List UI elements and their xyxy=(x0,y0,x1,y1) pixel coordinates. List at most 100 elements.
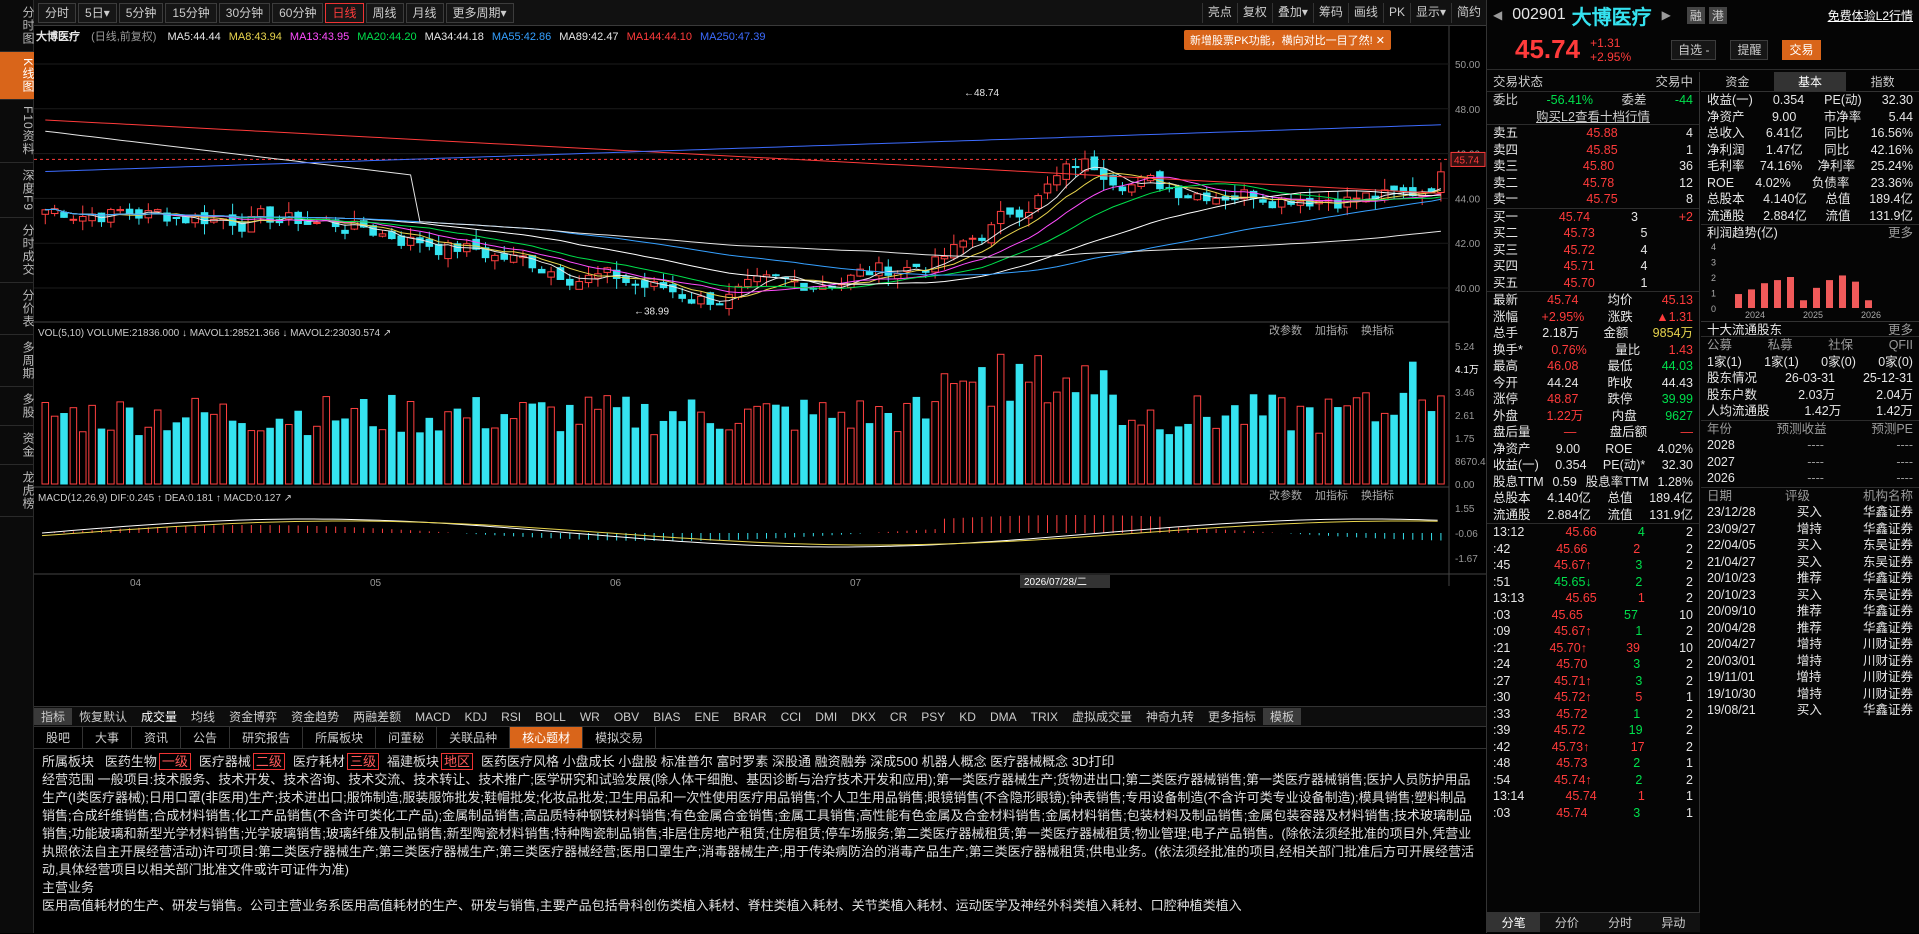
toolbar-right-5[interactable]: PK xyxy=(1382,2,1410,23)
panel-btn-1-1[interactable]: 加指标 xyxy=(1315,488,1348,502)
period-3[interactable]: 15分钟 xyxy=(165,2,217,23)
ind-tab-4[interactable]: 资金博弈 xyxy=(222,708,284,725)
price-tick-0: 50.00 xyxy=(1455,60,1480,71)
profit-more-link[interactable]: 更多 xyxy=(1888,225,1913,242)
ind-tab-17[interactable]: DMI xyxy=(808,710,844,724)
tick-tab-3[interactable]: 异动 xyxy=(1647,913,1700,932)
panel-btn-0-0[interactable]: 改参数 xyxy=(1269,323,1302,337)
sector-1[interactable]: 医疗器械 二级 xyxy=(199,753,285,770)
ind-tab-25[interactable]: 神奇九转 xyxy=(1139,708,1201,725)
toolbar-right-0[interactable]: 亮点 xyxy=(1201,2,1237,23)
fund-tab-2[interactable]: 指数 xyxy=(1846,72,1919,91)
rail-item-1[interactable]: K线图 xyxy=(0,52,35,101)
toolbar-right-2[interactable]: 叠加▾ xyxy=(1271,2,1313,23)
next-stock-icon[interactable]: ▶ xyxy=(1662,8,1671,22)
ind-tab-20[interactable]: PSY xyxy=(914,710,952,724)
kline-chart-area[interactable]: 大博医疗 (日线,前复权) MA5:44.44 MA8:43.94 MA13:43.… xyxy=(34,26,1486,706)
l2-link[interactable]: 购买L2查看十档行情 xyxy=(1487,109,1699,125)
rail-item-0[interactable]: 分时图 xyxy=(0,0,35,52)
fund-row-6-c0: 总股本 xyxy=(1707,192,1745,206)
period-2[interactable]: 5分钟 xyxy=(118,2,164,23)
bottom-tab-3[interactable]: 公告 xyxy=(181,727,231,748)
ind-tab-19[interactable]: CR xyxy=(883,710,914,724)
rail-item-5[interactable]: 分价表 xyxy=(0,283,35,335)
rail-item-9[interactable]: 龙虎榜 xyxy=(0,465,35,517)
period-5[interactable]: 60分钟 xyxy=(272,2,324,23)
bottom-tab-8[interactable]: 核心题材 xyxy=(510,727,584,748)
ind-tab-24[interactable]: 虚拟成交量 xyxy=(1065,708,1139,725)
period-0[interactable]: 分时 xyxy=(38,2,77,23)
period-8[interactable]: 月线 xyxy=(405,2,444,23)
ind-tab-7[interactable]: MACD xyxy=(408,710,457,724)
period-7[interactable]: 周线 xyxy=(365,2,404,23)
stat-row-12-c2: 总值 xyxy=(1607,491,1633,505)
panel-btn-1-0[interactable]: 改参数 xyxy=(1269,488,1302,502)
sector-0[interactable]: 医药生物 一级 xyxy=(105,753,191,770)
ind-tab-1[interactable]: 恢复默认 xyxy=(72,708,134,725)
ind-tab-11[interactable]: WR xyxy=(573,710,607,724)
rail-item-7[interactable]: 多股 xyxy=(0,387,35,426)
bottom-tab-4[interactable]: 研究报告 xyxy=(230,727,304,748)
vol-bar-61 xyxy=(612,407,621,485)
weicha-label: 委差 xyxy=(1621,93,1647,107)
ind-tab-27[interactable]: 模板 xyxy=(1263,708,1302,725)
free-l2-link[interactable]: 免费体验L2行情 xyxy=(1828,7,1913,24)
bottom-tab-6[interactable]: 问董秘 xyxy=(376,727,438,748)
bottom-tab-2[interactable]: 资讯 xyxy=(132,727,182,748)
rail-item-3[interactable]: 深度F9 xyxy=(0,163,35,218)
rail-item-2[interactable]: F10资料 xyxy=(0,100,35,163)
rail-item-8[interactable]: 资金 xyxy=(0,426,35,465)
bottom-tab-0[interactable]: 股吧 xyxy=(34,727,84,748)
bottom-tab-7[interactable]: 关联品种 xyxy=(437,727,511,748)
sector-2[interactable]: 医疗耗材 三级 xyxy=(293,753,379,770)
ind-tab-9[interactable]: RSI xyxy=(494,710,528,724)
period-1[interactable]: 5日▾ xyxy=(78,2,117,23)
ind-tab-14[interactable]: ENE xyxy=(688,710,727,724)
toolbar-right-1[interactable]: 复权 xyxy=(1236,2,1272,23)
ind-tab-23[interactable]: TRIX xyxy=(1024,710,1065,724)
rail-item-4[interactable]: 分时成交 xyxy=(0,218,35,283)
ind-tab-26[interactable]: 更多指标 xyxy=(1201,708,1263,725)
prev-stock-icon[interactable]: ◀ xyxy=(1493,8,1502,22)
bottom-tab-5[interactable]: 所属板块 xyxy=(303,727,377,748)
ind-tab-13[interactable]: BIAS xyxy=(646,710,687,724)
ind-tab-18[interactable]: DKX xyxy=(844,710,883,724)
period-6[interactable]: 日线 xyxy=(325,2,364,23)
ind-tab-16[interactable]: CCI xyxy=(774,710,809,724)
ind-tab-15[interactable]: BRAR xyxy=(726,710,773,724)
fund-tab-0[interactable]: 资金 xyxy=(1701,72,1774,91)
tick-tab-0[interactable]: 分笔 xyxy=(1487,913,1541,932)
period-9[interactable]: 更多周期▾ xyxy=(445,2,514,23)
bottom-tab-1[interactable]: 大事 xyxy=(83,727,133,748)
candle-body-130 xyxy=(1259,199,1267,203)
tick-tab-1[interactable]: 分价 xyxy=(1540,913,1593,932)
holders-more-link[interactable]: 更多 xyxy=(1888,322,1913,337)
ind-tab-10[interactable]: BOLL xyxy=(528,710,573,724)
kline-svg[interactable]: 50.0048.0046.0044.0042.0040.0045.74←48.7… xyxy=(34,26,1486,706)
ind-tab-6[interactable]: 两融差额 xyxy=(346,708,408,725)
toolbar-right-6[interactable]: 显示▾ xyxy=(1409,2,1451,23)
bottom-tab-9[interactable]: 模拟交易 xyxy=(583,727,657,748)
toolbar-right-7[interactable]: 简约 xyxy=(1450,2,1486,23)
ind-tab-2[interactable]: 成交量 xyxy=(134,708,184,725)
toolbar-right-4[interactable]: 画线 xyxy=(1347,2,1383,23)
ind-tab-12[interactable]: OBV xyxy=(607,710,646,724)
rail-item-6[interactable]: 多周期 xyxy=(0,335,35,387)
ind-tab-5[interactable]: 资金趋势 xyxy=(284,708,346,725)
ind-tab-22[interactable]: DMA xyxy=(983,710,1024,724)
tick-tab-2[interactable]: 分时 xyxy=(1594,913,1647,932)
alert-button[interactable]: 提醒 xyxy=(1730,39,1769,60)
ind-tab-0[interactable]: 指标 xyxy=(34,708,73,725)
trade-button[interactable]: 交易 xyxy=(1782,39,1821,60)
ind-tab-3[interactable]: 均线 xyxy=(184,708,222,725)
panel-btn-0-1[interactable]: 加指标 xyxy=(1315,323,1348,337)
sector-3[interactable]: 福建板块 地区 xyxy=(387,753,473,770)
watchlist-button[interactable]: 自选 - xyxy=(1671,39,1717,60)
period-4[interactable]: 30分钟 xyxy=(218,2,271,23)
fund-tab-1[interactable]: 基本 xyxy=(1773,72,1847,91)
ind-tab-8[interactable]: KDJ xyxy=(457,710,494,724)
ind-tab-21[interactable]: KD xyxy=(952,710,983,724)
toolbar-right-3[interactable]: 筹码 xyxy=(1312,2,1348,23)
panel-btn-0-2[interactable]: 换指标 xyxy=(1361,323,1394,337)
panel-btn-1-2[interactable]: 换指标 xyxy=(1361,488,1394,502)
